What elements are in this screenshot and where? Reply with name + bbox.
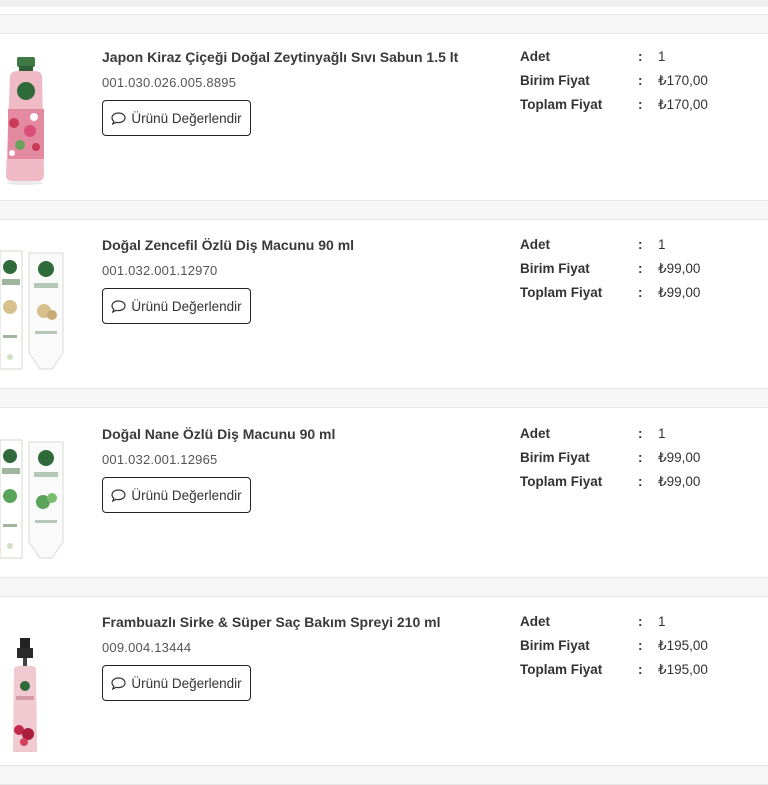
product-image[interactable]: [0, 47, 70, 187]
top-bar: [0, 0, 768, 7]
review-button-label: Ürünü Değerlendir: [131, 110, 242, 126]
colon: :: [638, 662, 643, 677]
unit-price-value: ₺99,00: [658, 261, 701, 276]
quantity-value: 1: [658, 614, 666, 629]
hair-spray-bottle-image: [13, 638, 37, 754]
review-product-button[interactable]: Ürünü Değerlendir: [102, 477, 251, 513]
review-button-label: Ürünü Değerlendir: [131, 487, 242, 503]
unit-price-value: ₺99,00: [658, 450, 701, 465]
unit-price-value: ₺195,00: [658, 638, 708, 653]
colon: :: [638, 614, 643, 629]
unit-price-label: Birim Fiyat: [520, 638, 590, 653]
product-image[interactable]: [0, 424, 70, 564]
total-price-label: Toplam Fiyat: [520, 285, 603, 300]
mint-toothpaste-image: [0, 439, 64, 559]
quantity-label: Adet: [520, 614, 550, 629]
review-product-button[interactable]: Ürünü Değerlendir: [102, 288, 251, 324]
row-separator: [0, 14, 768, 34]
total-price-value: ₺170,00: [658, 97, 708, 112]
quantity-label: Adet: [520, 49, 550, 64]
colon: :: [638, 261, 643, 276]
comment-icon: [111, 111, 126, 125]
colon: :: [638, 450, 643, 465]
unit-price-label: Birim Fiyat: [520, 450, 590, 465]
ginger-toothpaste-image: [0, 250, 64, 370]
liquid-soap-bottle-image: [6, 57, 44, 185]
comment-icon: [111, 488, 126, 502]
row-separator: [0, 388, 768, 408]
colon: :: [638, 97, 643, 112]
colon: :: [638, 237, 643, 252]
product-image[interactable]: [0, 612, 70, 754]
quantity-value: 1: [658, 49, 666, 64]
order-item: Frambuazlı Sirke & Süper Saç Bakım Sprey…: [0, 598, 768, 764]
quantity-label: Adet: [520, 426, 550, 441]
colon: :: [638, 49, 643, 64]
unit-price-label: Birim Fiyat: [520, 73, 590, 88]
product-title[interactable]: Japon Kiraz Çiçeği Doğal Zeytinyağlı Sıv…: [102, 49, 458, 65]
product-code: 001.032.001.12965: [102, 452, 218, 467]
quantity-value: 1: [658, 237, 666, 252]
row-separator: [0, 577, 768, 597]
product-title[interactable]: Doğal Nane Özlü Diş Macunu 90 ml: [102, 426, 335, 442]
product-code: 009.004.13444: [102, 640, 192, 655]
colon: :: [638, 474, 643, 489]
order-item: Japon Kiraz Çiçeği Doğal Zeytinyağlı Sıv…: [0, 33, 768, 199]
total-price-value: ₺99,00: [658, 285, 701, 300]
review-button-label: Ürünü Değerlendir: [131, 298, 242, 314]
product-code: 001.032.001.12970: [102, 263, 218, 278]
review-product-button[interactable]: Ürünü Değerlendir: [102, 665, 251, 701]
unit-price-value: ₺170,00: [658, 73, 708, 88]
comment-icon: [111, 299, 126, 313]
product-title[interactable]: Frambuazlı Sirke & Süper Saç Bakım Sprey…: [102, 614, 440, 630]
unit-price-label: Birim Fiyat: [520, 261, 590, 276]
colon: :: [638, 638, 643, 653]
product-code: 001.030.026.005.8895: [102, 75, 237, 90]
product-title[interactable]: Doğal Zencefil Özlü Diş Macunu 90 ml: [102, 237, 354, 253]
row-separator: [0, 765, 768, 785]
quantity-value: 1: [658, 426, 666, 441]
colon: :: [638, 285, 643, 300]
total-price-label: Toplam Fiyat: [520, 662, 603, 677]
order-item: Doğal Nane Özlü Diş Macunu 90 ml 001.032…: [0, 410, 768, 576]
total-price-label: Toplam Fiyat: [520, 97, 603, 112]
total-price-label: Toplam Fiyat: [520, 474, 603, 489]
review-product-button[interactable]: Ürünü Değerlendir: [102, 100, 251, 136]
order-item: Doğal Zencefil Özlü Diş Macunu 90 ml 001…: [0, 221, 768, 387]
comment-icon: [111, 676, 126, 690]
row-separator: [0, 200, 768, 220]
quantity-label: Adet: [520, 237, 550, 252]
colon: :: [638, 73, 643, 88]
product-image[interactable]: [0, 235, 70, 375]
total-price-value: ₺195,00: [658, 662, 708, 677]
total-price-value: ₺99,00: [658, 474, 701, 489]
review-button-label: Ürünü Değerlendir: [131, 675, 242, 691]
colon: :: [638, 426, 643, 441]
